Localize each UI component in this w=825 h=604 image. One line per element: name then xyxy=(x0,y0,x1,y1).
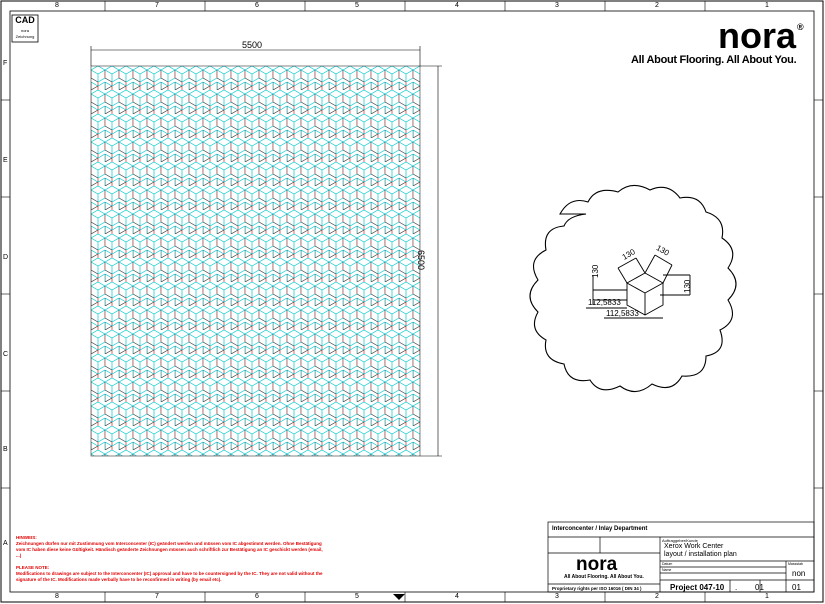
tb-date-label: Datum xyxy=(662,562,673,566)
brand-tagline: All About Flooring. All About You. xyxy=(631,54,797,66)
drawing-frame xyxy=(0,0,824,603)
row-label: E xyxy=(3,157,8,164)
column-label: 5 xyxy=(355,2,359,9)
tb-subtitle: layout / installation plan xyxy=(664,551,737,558)
detail-dim-f: 112,5833 xyxy=(606,309,639,318)
row-label: D xyxy=(3,254,9,261)
nora-logo: nora xyxy=(718,15,797,56)
row-label: B xyxy=(3,446,8,453)
tb-customer-value: Xerox Work Center xyxy=(664,543,724,550)
tb-sheet: 01 xyxy=(755,583,764,592)
drawing-sheet: CAD nora Zeichnung 87654321 87654321 FED… xyxy=(0,0,825,604)
tb-project: Project 047-10 xyxy=(670,583,725,592)
cad-stamp-title: CAD xyxy=(15,15,35,25)
notes-de-text: Zeichnungen dürfen nur mit Zustimmung vo… xyxy=(16,541,323,558)
tb-nora-logo: nora xyxy=(576,554,618,575)
tb-name-label: Name xyxy=(662,568,672,572)
column-label: 8 xyxy=(55,593,59,600)
column-label: 6 xyxy=(255,2,259,9)
tb-rights: Proprietary rights per ISO 16016 ( DIN 3… xyxy=(552,586,642,591)
tb-revision: 01 xyxy=(792,583,801,592)
column-label: 2 xyxy=(655,2,659,9)
tb-scale-value: non xyxy=(792,569,806,578)
detail-dim-c: 130 xyxy=(591,264,600,278)
column-label: 4 xyxy=(455,2,459,9)
column-label: 1 xyxy=(765,2,769,9)
column-label: 7 xyxy=(155,2,159,9)
column-label: 5 xyxy=(355,593,359,600)
column-label: 3 xyxy=(555,593,559,600)
column-label: 3 xyxy=(555,2,559,9)
detail-dim-e: 112,5833 xyxy=(588,298,621,307)
row-label: A xyxy=(3,540,8,547)
detail-dim-d: 130 xyxy=(683,279,692,293)
column-label: 4 xyxy=(455,593,459,600)
column-label: 6 xyxy=(255,593,259,600)
registered-mark: ® xyxy=(797,22,804,32)
width-dimension: 5500 xyxy=(242,40,263,50)
column-label: 2 xyxy=(655,593,659,600)
row-label: C xyxy=(3,351,9,358)
tb-separator: . xyxy=(735,583,738,592)
height-dimension: 6500 xyxy=(416,250,426,271)
column-label: 7 xyxy=(155,593,159,600)
row-label: F xyxy=(3,60,8,67)
column-label: 8 xyxy=(55,2,59,9)
tb-tagline: All About Flooring. All About You. xyxy=(564,574,644,580)
cad-stamp-line1: nora xyxy=(20,28,29,33)
column-label: 1 xyxy=(765,593,769,600)
cad-stamp-line2: Zeichnung xyxy=(15,34,35,39)
tb-department: Interconcenter / Inlay Department xyxy=(552,526,648,532)
notes-en-text: Modifications to drawings are subject to… xyxy=(16,571,323,582)
tb-scale-label: Massstab xyxy=(788,562,803,566)
